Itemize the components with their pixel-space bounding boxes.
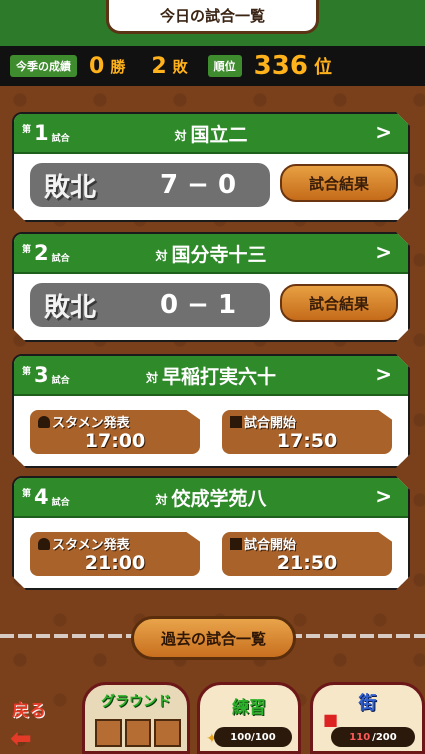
score-box: 敗北 7 − 0 (30, 163, 270, 207)
start-label: 試合開始 (244, 538, 297, 553)
page-title: 今日の試合一覧 (159, 7, 265, 25)
town-counter-current: 110 (349, 731, 371, 743)
practice-button[interactable]: 練習 ✦ 100/100 (197, 682, 301, 754)
score-box: 敗北 0 − 1 (30, 283, 270, 327)
game-score: 7 − 0 (160, 170, 237, 200)
game-number: 2 (34, 241, 49, 265)
game-card-2: 第 2 試合 対 国分寺十三 > 敗北 0 − 1 試合結果 (12, 232, 410, 342)
back-button[interactable]: 戻る ⬅ (0, 682, 58, 754)
game-shiai-label: 試合 (51, 498, 70, 508)
opponent-name: 国分寺十三 (171, 243, 267, 266)
game-card-1: 第 1 試合 対 国立二 > 敗北 7 − 0 試合結果 (12, 112, 410, 222)
stadium-icon (230, 416, 242, 428)
practice-counter: 100/100 (214, 727, 292, 747)
game-result-button[interactable]: 試合結果 (280, 164, 398, 202)
game-card-header[interactable]: 第 1 試合 対 国立二 > (14, 114, 408, 154)
game-result-button[interactable]: 試合結果 (280, 284, 398, 322)
lineup-time-box: スタメン発表 17:00 (30, 410, 200, 454)
game-card-3: 第 3 試合 対 早稲打実六十 > スタメン発表 17:00 試合開始 17:5… (12, 354, 410, 468)
game-dai-label: 第 (22, 489, 32, 499)
vs-label: 対 (155, 492, 168, 507)
ground-facility-icons (95, 719, 182, 747)
opponent-name: 国立二 (190, 123, 248, 146)
game-card-header[interactable]: 第 4 試合 対 佼成学苑八 > (14, 478, 408, 518)
vs-label: 対 (145, 370, 158, 385)
ground-button[interactable]: グラウンド (82, 682, 190, 754)
chevron-right-icon[interactable]: > (375, 120, 392, 144)
start-time: 21:50 (276, 552, 338, 574)
rank-unit: 位 (313, 57, 332, 78)
past-games-button[interactable]: 過去の試合一覧 (131, 616, 296, 660)
game-shiai-label: 試合 (51, 254, 70, 264)
lineup-time: 17:00 (84, 430, 146, 452)
town-button[interactable]: 街 ■ 110 /200 (310, 682, 425, 754)
losses-unit: 敗 (172, 57, 188, 76)
chevron-right-icon[interactable]: > (375, 362, 392, 386)
vs-label: 対 (155, 248, 168, 263)
opponent-name: 佼成学苑八 (171, 487, 267, 510)
chevron-right-icon[interactable]: > (375, 240, 392, 264)
chevron-right-icon[interactable]: > (375, 484, 392, 508)
ground-label: グラウンド (101, 694, 171, 710)
bottom-nav: 戻る ⬅ グラウンド 練習 ✦ 100/100 街 ■ 110 /200 (0, 676, 425, 754)
person-icon (38, 416, 50, 428)
practice-label: 練習 (232, 698, 266, 718)
game-number: 1 (34, 121, 49, 145)
start-label: 試合開始 (244, 416, 297, 431)
start-time: 17:50 (276, 430, 338, 452)
town-counter: 110 /200 (331, 727, 415, 747)
vs-label: 対 (174, 128, 187, 143)
person-icon (38, 538, 50, 550)
season-record-label: 今季の成績 (10, 55, 77, 77)
game-card-header[interactable]: 第 2 試合 対 国分寺十三 > (14, 234, 408, 274)
game-dai-label: 第 (22, 367, 32, 377)
game-shiai-label: 試合 (51, 134, 70, 144)
town-counter-max: /200 (372, 731, 397, 743)
back-label: 戻る (12, 701, 46, 721)
game-result: 敗北 (44, 292, 97, 323)
shop-icon: ■ (323, 710, 339, 729)
rank-value: 336 (253, 51, 308, 81)
lineup-time: 21:00 (84, 552, 146, 574)
wins-count: 0 (89, 53, 105, 79)
game-card-header[interactable]: 第 3 試合 対 早稲打実六十 > (14, 356, 408, 396)
opponent-name: 早稲打実六十 (162, 365, 277, 388)
game-card-4: 第 4 試合 対 佼成学苑八 > スタメン発表 21:00 試合開始 21:50 (12, 476, 410, 590)
page-title-tab: 今日の試合一覧 (106, 0, 319, 34)
lineup-time-box: スタメン発表 21:00 (30, 532, 200, 576)
game-result: 敗北 (44, 172, 97, 203)
game-number: 3 (34, 363, 49, 387)
season-record-bar: 今季の成績 0 勝 2 敗 順位 336 位 (0, 46, 425, 86)
rank-label: 順位 (207, 55, 242, 77)
back-arrow-icon: ⬅ (10, 724, 32, 754)
wins-unit: 勝 (110, 57, 126, 76)
lineup-label: スタメン発表 (52, 416, 130, 431)
game-dai-label: 第 (22, 125, 32, 135)
game-number: 4 (34, 485, 49, 509)
game-shiai-label: 試合 (51, 376, 70, 386)
start-time-box: 試合開始 21:50 (222, 532, 392, 576)
stadium-icon (230, 538, 242, 550)
start-time-box: 試合開始 17:50 (222, 410, 392, 454)
game-dai-label: 第 (22, 245, 32, 255)
losses-count: 2 (151, 53, 167, 79)
game-score: 0 − 1 (160, 290, 237, 320)
lineup-label: スタメン発表 (52, 538, 130, 553)
